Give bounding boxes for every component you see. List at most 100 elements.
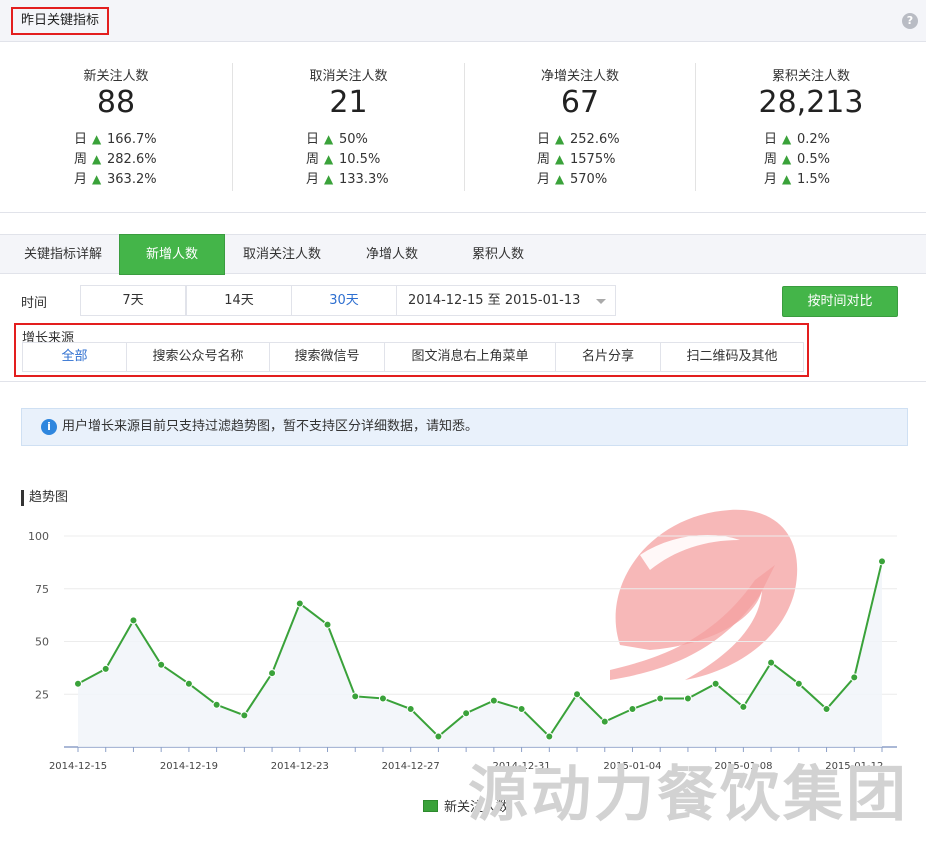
range-14-days-button[interactable]: 14天 (186, 285, 292, 316)
stat-label: 取消关注人数 (309, 69, 388, 84)
stat-value: 28,213 (758, 85, 864, 120)
period-label: 月 (764, 172, 778, 187)
data-point (406, 705, 415, 714)
stat-change-row: 月 ▲ 570% (537, 169, 620, 189)
period-label: 周 (74, 152, 88, 167)
info-text: 用户增长来源目前只支持过滤趋势图，暂不支持区分详细数据，请知悉。 (62, 419, 479, 434)
info-notice: i 用户增长来源目前只支持过滤趋势图，暂不支持区分详细数据，请知悉。 (21, 408, 908, 446)
data-point (129, 616, 138, 625)
stat-change-row: 日 ▲ 166.7% (74, 129, 157, 149)
range-30-days-button[interactable]: 30天 (291, 285, 397, 316)
stat-new-followers: 新关注人数 88 日 ▲ 166.7% 周 ▲ 282.6% 月 ▲ 363.2% (0, 43, 232, 213)
change-pct: 166.7% (107, 132, 157, 147)
change-pct: 570% (570, 172, 608, 187)
period-label: 周 (764, 152, 778, 167)
data-point (323, 620, 332, 629)
stat-label: 累积关注人数 (771, 69, 850, 84)
change-pct: 363.2% (107, 172, 157, 187)
stat-change-row: 日 ▲ 0.2% (764, 129, 830, 149)
range-7-days-button[interactable]: 7天 (80, 285, 186, 316)
data-point (351, 692, 360, 701)
growth-source-filter: 增长来源 全部 搜索公众号名称 搜索微信号 图文消息右上角菜单 名片分享 扫二维… (14, 323, 809, 377)
stat-change-row: 周 ▲ 0.5% (764, 149, 830, 169)
stat-change-row: 月 ▲ 133.3% (306, 169, 389, 189)
period-label: 月 (306, 172, 320, 187)
up-arrow-icon: ▲ (324, 172, 334, 186)
metric-tabs: 关键指标详解 新增人数 取消关注人数 净增人数 累积人数 (0, 234, 926, 275)
up-arrow-icon: ▲ (555, 132, 565, 146)
time-label: 时间 (21, 296, 48, 311)
data-point (822, 705, 831, 714)
trend-chart-title: 趋势图 (21, 490, 68, 506)
up-arrow-icon: ▲ (782, 132, 792, 146)
data-point (101, 664, 110, 673)
stat-change-row: 月 ▲ 1.5% (764, 169, 830, 189)
data-point (378, 694, 387, 703)
data-point (184, 679, 193, 688)
data-point (545, 732, 554, 741)
source-search-wechat-id[interactable]: 搜索微信号 (269, 342, 385, 372)
stat-changes: 日 ▲ 166.7% 周 ▲ 282.6% 月 ▲ 363.2% (74, 129, 157, 189)
change-pct: 282.6% (107, 152, 157, 167)
period-label: 日 (74, 132, 88, 147)
date-range-picker[interactable]: 2014-12-15 至 2015-01-13 (396, 285, 616, 316)
data-point (489, 696, 498, 705)
stat-value: 88 (96, 85, 136, 120)
data-point (295, 599, 304, 608)
stat-changes: 日 ▲ 0.2% 周 ▲ 0.5% 月 ▲ 1.5% (764, 129, 830, 189)
period-label: 月 (537, 172, 551, 187)
x-tick-label: 2014-12-19 (160, 761, 218, 772)
stat-changes: 日 ▲ 50% 周 ▲ 10.5% 月 ▲ 133.3% (306, 129, 389, 189)
data-point (268, 669, 277, 678)
source-all[interactable]: 全部 (22, 342, 127, 372)
data-point (462, 709, 471, 718)
stat-changes: 日 ▲ 252.6% 周 ▲ 1575% 月 ▲ 570% (537, 129, 620, 189)
period-label: 月 (74, 172, 88, 187)
data-point (157, 660, 166, 669)
data-point (850, 673, 859, 682)
change-pct: 252.6% (570, 132, 620, 147)
tab-net-growth[interactable]: 净增人数 (340, 235, 444, 274)
period-label: 周 (537, 152, 551, 167)
trend-chart: 25 50 75 100 2014-12-15 2014-12-19 2014-12-23… (28, 530, 897, 772)
stat-net-growth: 净增关注人数 67 日 ▲ 252.6% 周 ▲ 1575% 月 ▲ 570% (465, 43, 695, 213)
y-tick-label: 100 (28, 530, 49, 543)
stat-change-row: 日 ▲ 252.6% (537, 129, 620, 149)
data-point (434, 732, 443, 741)
up-arrow-icon: ▲ (782, 152, 792, 166)
data-point (767, 658, 776, 667)
stat-value: 21 (329, 85, 368, 120)
data-point (212, 700, 221, 709)
period-label: 周 (306, 152, 320, 167)
legend-swatch (423, 800, 438, 812)
source-search-account-name[interactable]: 搜索公众号名称 (126, 342, 270, 372)
data-point (573, 690, 582, 699)
info-icon: i (41, 419, 57, 435)
y-tick-label: 75 (35, 583, 49, 596)
source-article-menu[interactable]: 图文消息右上角菜单 (384, 342, 556, 372)
data-point (517, 705, 526, 714)
source-card-share[interactable]: 名片分享 (555, 342, 661, 372)
y-tick-label: 25 (35, 688, 49, 701)
x-tick-label: 2014-12-27 (382, 761, 440, 772)
page-title: 昨日关键指标 (11, 7, 110, 35)
change-pct: 50% (339, 132, 368, 147)
stat-change-row: 日 ▲ 50% (306, 129, 389, 149)
section-divider (0, 381, 926, 382)
data-point (74, 679, 82, 688)
period-label: 日 (306, 132, 320, 147)
up-arrow-icon: ▲ (92, 132, 102, 146)
tab-unfollow[interactable]: 取消关注人数 (226, 235, 338, 274)
compare-by-time-button[interactable]: 按时间对比 (782, 286, 898, 317)
source-qr-code-other[interactable]: 扫二维码及其他 (660, 342, 804, 372)
period-label: 日 (537, 132, 551, 147)
data-point (711, 679, 720, 688)
data-point (628, 705, 637, 714)
change-pct: 10.5% (339, 152, 381, 167)
data-point (656, 694, 665, 703)
tab-new-followers[interactable]: 新增人数 (119, 234, 225, 275)
change-pct: 0.2% (797, 132, 831, 147)
stat-total-followers: 累积关注人数 28,213 日 ▲ 0.2% 周 ▲ 0.5% 月 ▲ 1.5% (696, 43, 926, 213)
tab-total[interactable]: 累积人数 (446, 235, 550, 274)
help-icon[interactable]: ? (902, 13, 918, 29)
